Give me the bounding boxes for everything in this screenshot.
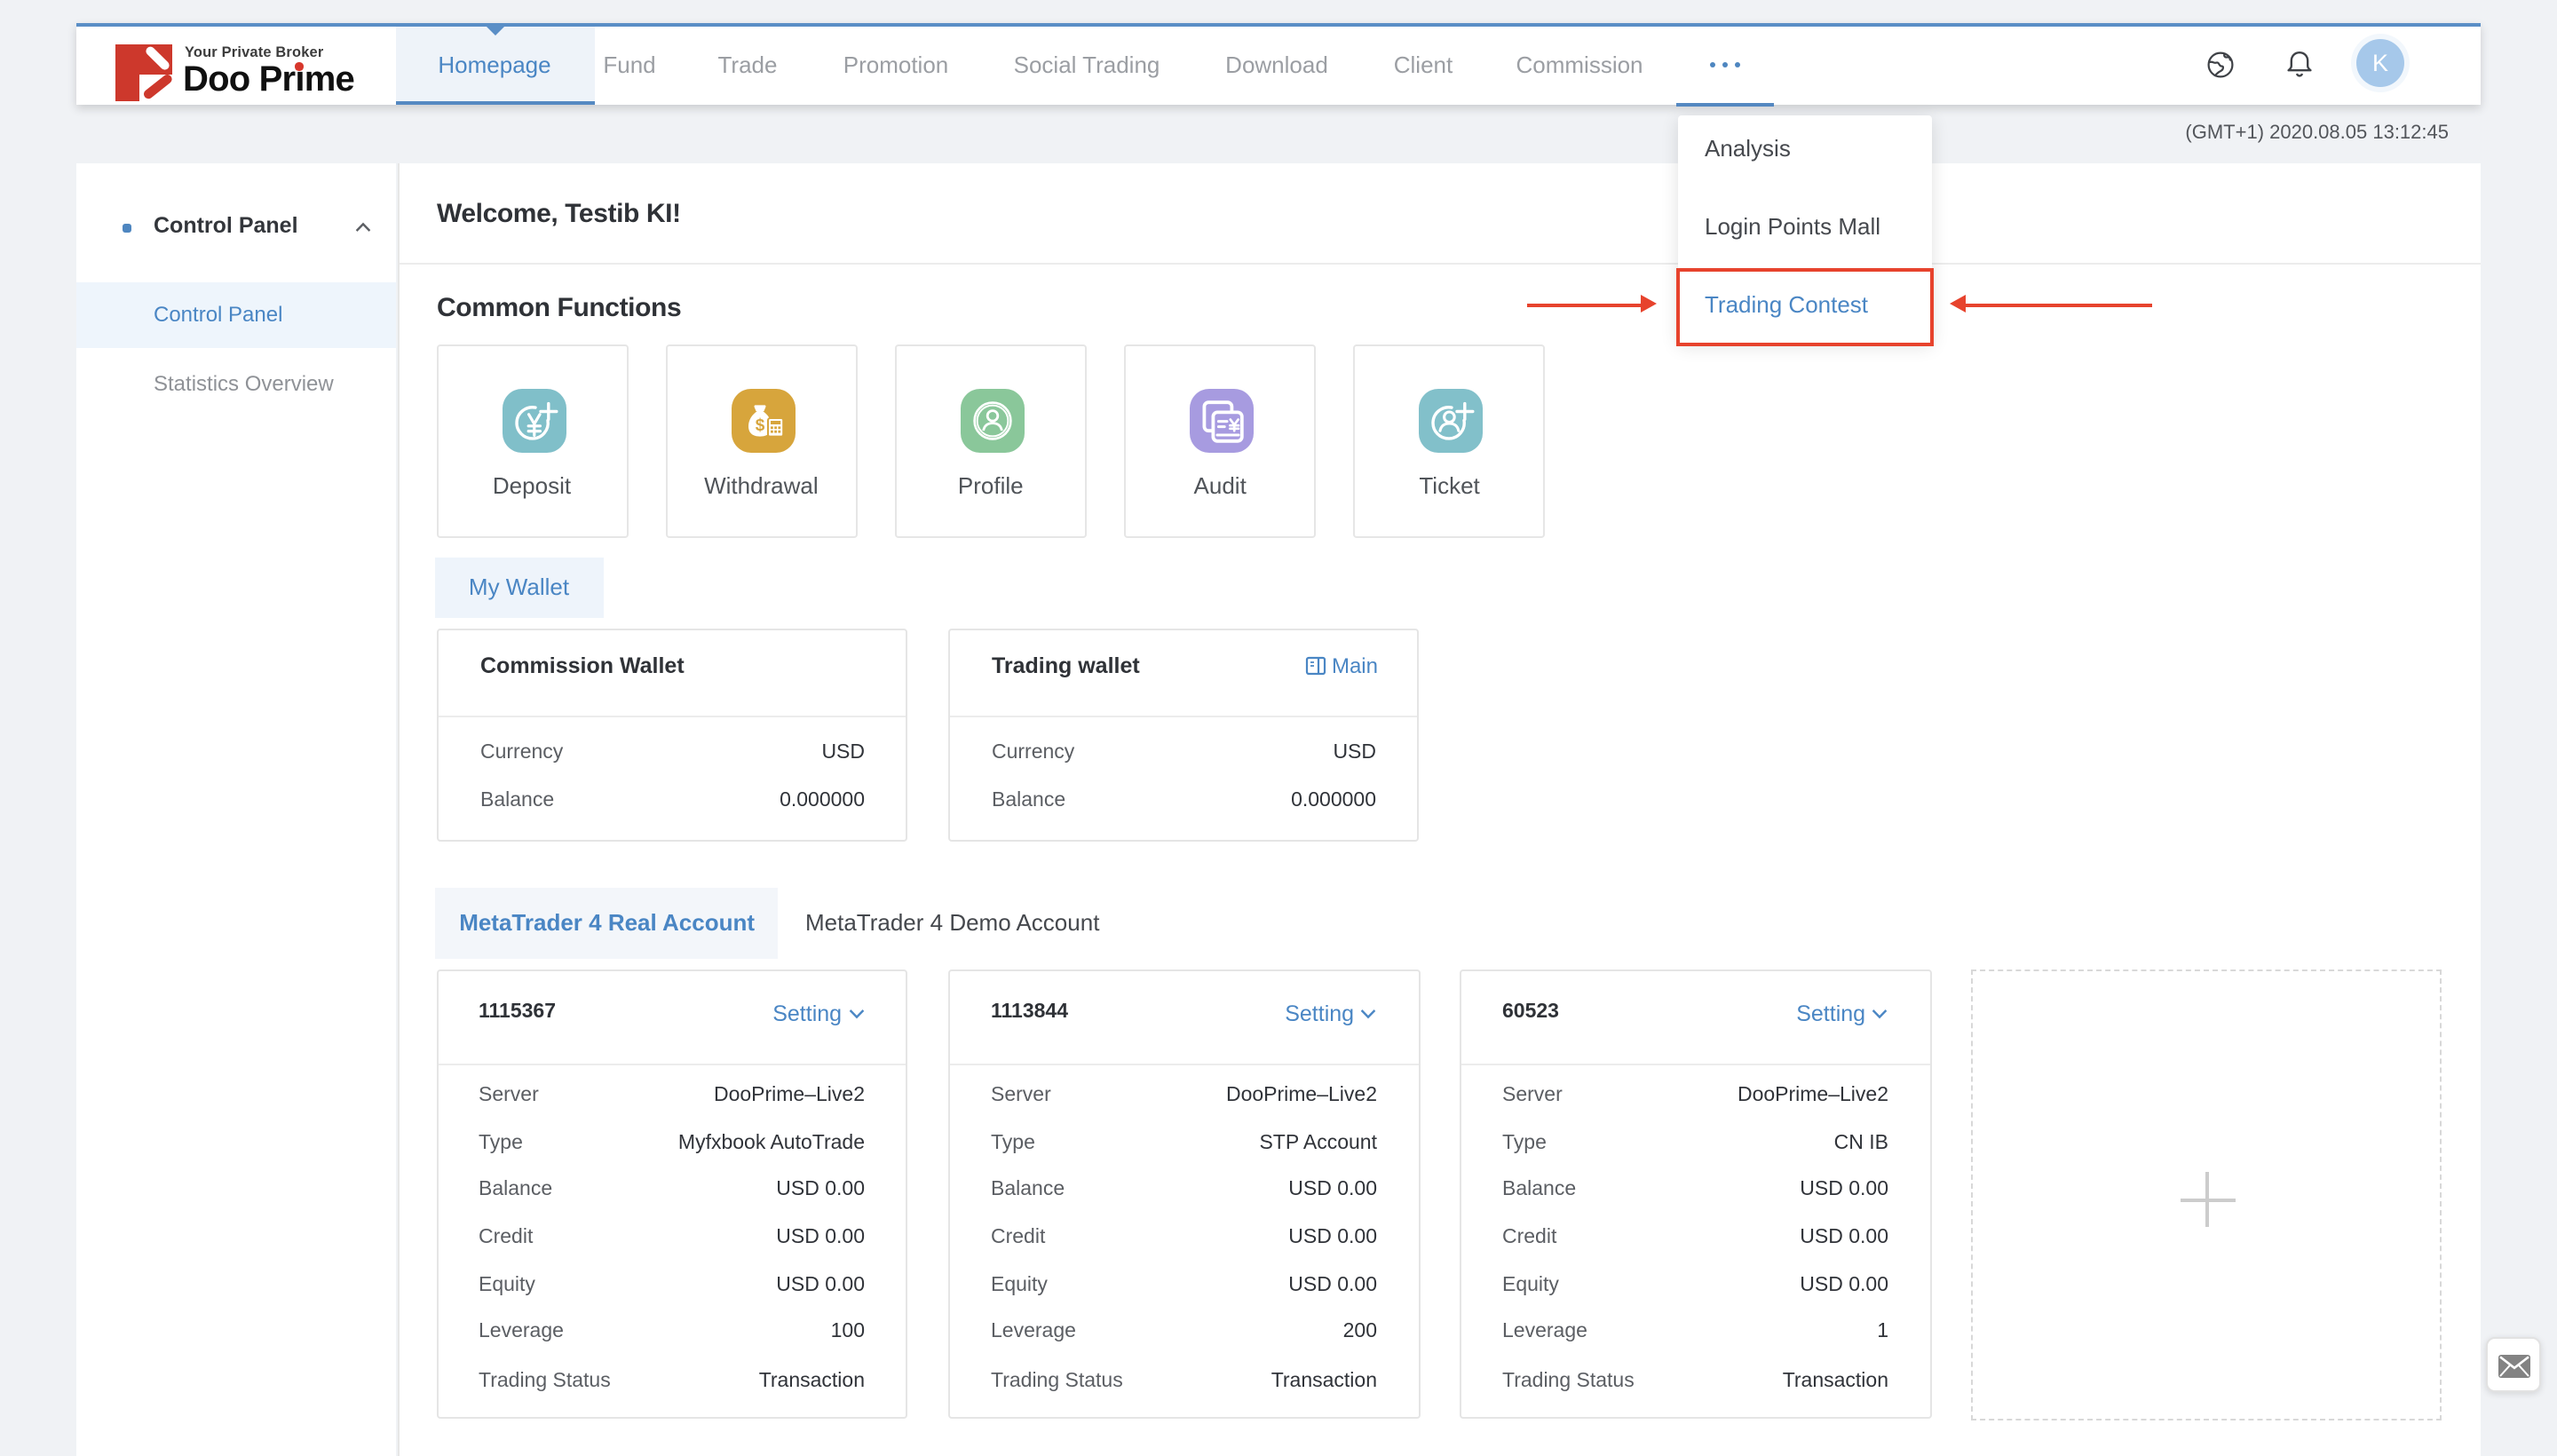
svg-text:$: $ bbox=[755, 416, 764, 435]
